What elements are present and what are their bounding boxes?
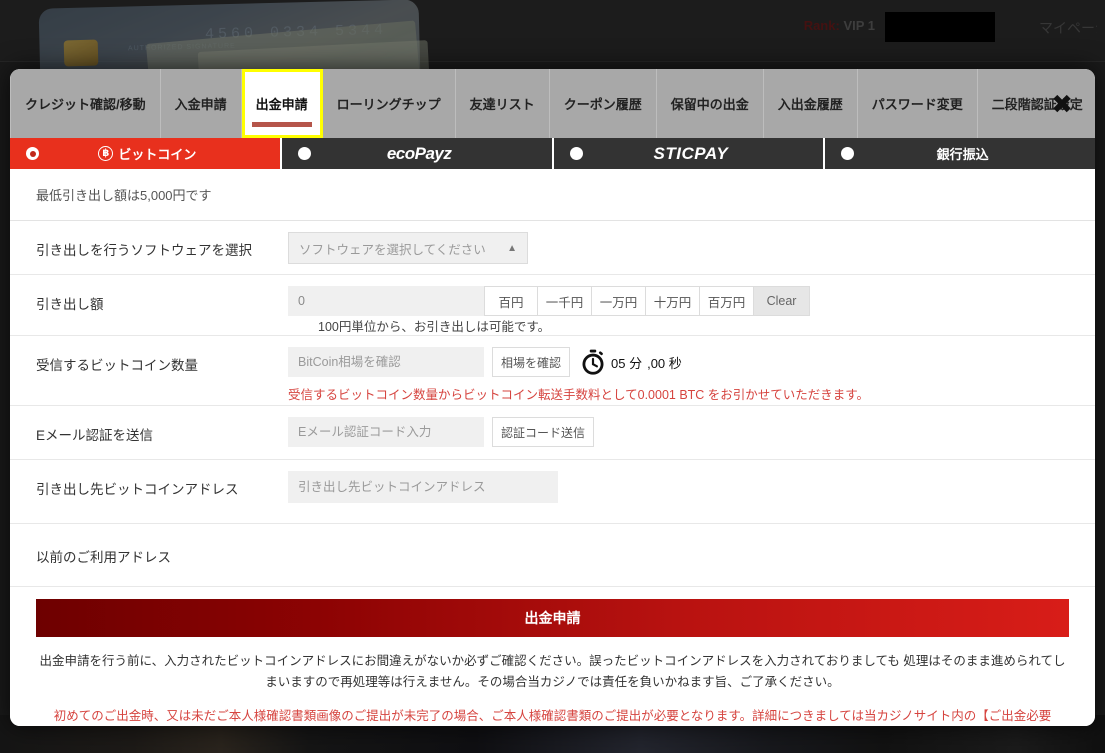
tab-two-factor-auth[interactable]: 二段階認証設定 <box>978 69 1095 138</box>
row-withdraw-amount: 引き出し額 百円 一千円 一万円 十万円 百万円 Clear 100円単位から、… <box>10 275 1095 336</box>
send-auth-code-button[interactable]: 認証コード送信 <box>492 417 595 447</box>
card-chip-icon <box>63 39 99 67</box>
tab-label: クーポン履歴 <box>563 97 642 112</box>
btc-fee-warning: 受信するビットコイン数量からビットコイン転送手数料として0.0001 BTC を… <box>288 388 870 402</box>
btc-amount-control: 相場を確認 05 分 ,00 秒 受信するビットコイン数量からビットコイン転送手… <box>288 336 1069 405</box>
rank-value: VIP 1 <box>843 18 875 33</box>
email-auth-control: 認証コード送信 <box>288 406 1069 447</box>
stopwatch-icon <box>582 349 604 375</box>
row-software-select: 引き出しを行うソフトウェアを選択 ソフトウェアを選択してください ▲ <box>10 221 1095 275</box>
btc-amount-input[interactable] <box>288 347 484 377</box>
software-select-value: ソフトウェアを選択してください <box>299 242 486 257</box>
method-bank-transfer[interactable]: 銀行振込 <box>825 138 1095 169</box>
ecopayz-logo: ecoPayz <box>386 143 452 163</box>
tab-withdraw[interactable]: 出金申請 <box>241 69 323 138</box>
tab-label: 出金申請 <box>255 97 308 112</box>
bitcoin-icon: ฿ <box>98 146 114 161</box>
kyc-disclaimer: 初めてのご出金時、又は未だご本人様確認書類画像のご提出が未完了の場合、ご本人様確… <box>53 709 1052 724</box>
method-label-wrap: 銀行振込 <box>854 144 1095 163</box>
btc-address-control <box>288 460 1069 503</box>
radio-icon[interactable] <box>297 147 311 160</box>
redacted-username <box>885 12 995 42</box>
btc-address-input[interactable] <box>288 471 558 503</box>
tab-pending-withdrawals[interactable]: 保留中の出金 <box>657 69 764 138</box>
tab-change-password[interactable]: パスワード変更 <box>858 69 978 138</box>
tab-deposit[interactable]: 入金申請 <box>161 69 242 138</box>
check-rate-button[interactable]: 相場を確認 <box>492 347 571 377</box>
row-btc-address: 引き出し先ビットコインアドレス <box>10 460 1095 524</box>
tab-label: クレジット確認/移動 <box>25 97 146 112</box>
tab-label: 入金申請 <box>174 97 227 112</box>
sticpay-logo: STICPAY <box>653 143 729 163</box>
method-label: 銀行振込 <box>936 147 989 162</box>
chevron-up-icon: ▲ <box>507 242 517 254</box>
mypage-link[interactable]: マイページ <box>1039 18 1097 38</box>
rank-label: Rank: <box>803 18 840 33</box>
tab-active-underline <box>251 122 312 127</box>
quick-amount-100000[interactable]: 十万円 <box>646 286 700 316</box>
close-icon[interactable]: ✖ <box>1047 89 1077 119</box>
radio-icon[interactable] <box>26 147 39 160</box>
clear-amount-button[interactable]: Clear <box>754 286 810 316</box>
method-label-wrap: STICPAY <box>583 144 824 164</box>
rank-indicator: Rank: VIP 1 <box>804 18 875 33</box>
tab-coupon-history[interactable]: クーポン履歴 <box>550 69 657 138</box>
tab-rolling-chip[interactable]: ローリングチップ <box>323 69 456 138</box>
rate-countdown-timer: 05 分 ,00 秒 <box>580 349 682 375</box>
software-select[interactable]: ソフトウェアを選択してください ▲ <box>288 232 528 264</box>
tab-label: 友達リスト <box>469 97 535 112</box>
method-sticpay[interactable]: STICPAY <box>553 138 826 169</box>
amount-unit-note: 100円単位から、お引き出しは可能です。 <box>318 320 551 334</box>
software-select-label: 引き出しを行うソフトウェアを選択 <box>36 243 252 258</box>
row-email-auth: Eメール認証を送信 認証コード送信 <box>10 406 1095 460</box>
withdraw-amount-label: 引き出し額 <box>36 297 104 312</box>
btc-address-label: 引き出し先ビットコインアドレス <box>36 482 239 497</box>
method-bitcoin[interactable]: ฿ ビットコイン <box>10 138 282 169</box>
tab-label: 保留中の出金 <box>670 97 749 112</box>
withdraw-amount-control: 百円 一千円 一万円 十万円 百万円 Clear 100円単位から、お引き出しは… <box>288 275 1069 335</box>
timer-minutes: 05 分 <box>611 355 643 371</box>
account-modal: クレジット確認/移動 入金申請 出金申請 ローリングチップ 友達リスト クーポン… <box>10 69 1095 726</box>
timer-seconds: ,00 秒 <box>647 355 682 371</box>
method-label-wrap: ecoPayz <box>311 144 552 164</box>
btc-amount-label: 受信するビットコイン数量 <box>36 358 198 373</box>
previous-addresses-label: 以前のご利用アドレス <box>10 524 1095 587</box>
row-btc-amount: 受信するビットコイン数量 相場を確認 05 分 ,00 秒 受信するビットコイン… <box>10 336 1095 406</box>
payment-method-bar: ฿ ビットコイン ecoPayz STICPAY 銀行振込 <box>10 138 1095 169</box>
quick-amount-1000[interactable]: 一千円 <box>538 286 592 316</box>
radio-icon[interactable] <box>569 147 583 160</box>
withdraw-submit-button[interactable]: 出金申請 <box>36 599 1069 637</box>
email-auth-label: Eメール認証を送信 <box>36 428 154 443</box>
tab-friend-list[interactable]: 友達リスト <box>456 69 550 138</box>
software-select-control: ソフトウェアを選択してください ▲ <box>288 221 1069 264</box>
minimum-withdrawal-note: 最低引き出し額は5,000円です <box>10 169 1095 221</box>
method-label-wrap: ฿ ビットコイン <box>39 144 280 163</box>
withdraw-amount-input[interactable] <box>288 286 484 316</box>
tab-label: 入出金履歴 <box>777 97 843 112</box>
quick-amount-100[interactable]: 百円 <box>484 286 538 316</box>
withdraw-disclaimer: 出金申請を行う前に、入力されたビットコインアドレスにお間違えがないか必ずご確認く… <box>39 654 1066 689</box>
method-ecopayz[interactable]: ecoPayz <box>281 138 554 169</box>
quick-amount-buttons: 百円 一千円 一万円 十万円 百万円 Clear <box>484 286 810 316</box>
email-code-input[interactable] <box>288 417 484 447</box>
tab-label: ローリングチップ <box>336 97 441 112</box>
tab-label: パスワード変更 <box>871 97 963 112</box>
radio-icon[interactable] <box>841 147 855 160</box>
method-label: ビットコイン <box>118 147 197 162</box>
quick-amount-10000[interactable]: 一万円 <box>592 286 646 316</box>
withdraw-form: 最低引き出し額は5,000円です 引き出しを行うソフトウェアを選択 ソフトウェア… <box>10 169 1095 726</box>
submit-wrapper: 出金申請 <box>10 587 1095 637</box>
tab-transaction-history[interactable]: 入出金履歴 <box>764 69 858 138</box>
quick-amount-1000000[interactable]: 百万円 <box>700 286 754 316</box>
modal-tabbar: クレジット確認/移動 入金申請 出金申請 ローリングチップ 友達リスト クーポン… <box>10 69 1095 138</box>
tab-credit-transfer[interactable]: クレジット確認/移動 <box>10 69 161 138</box>
